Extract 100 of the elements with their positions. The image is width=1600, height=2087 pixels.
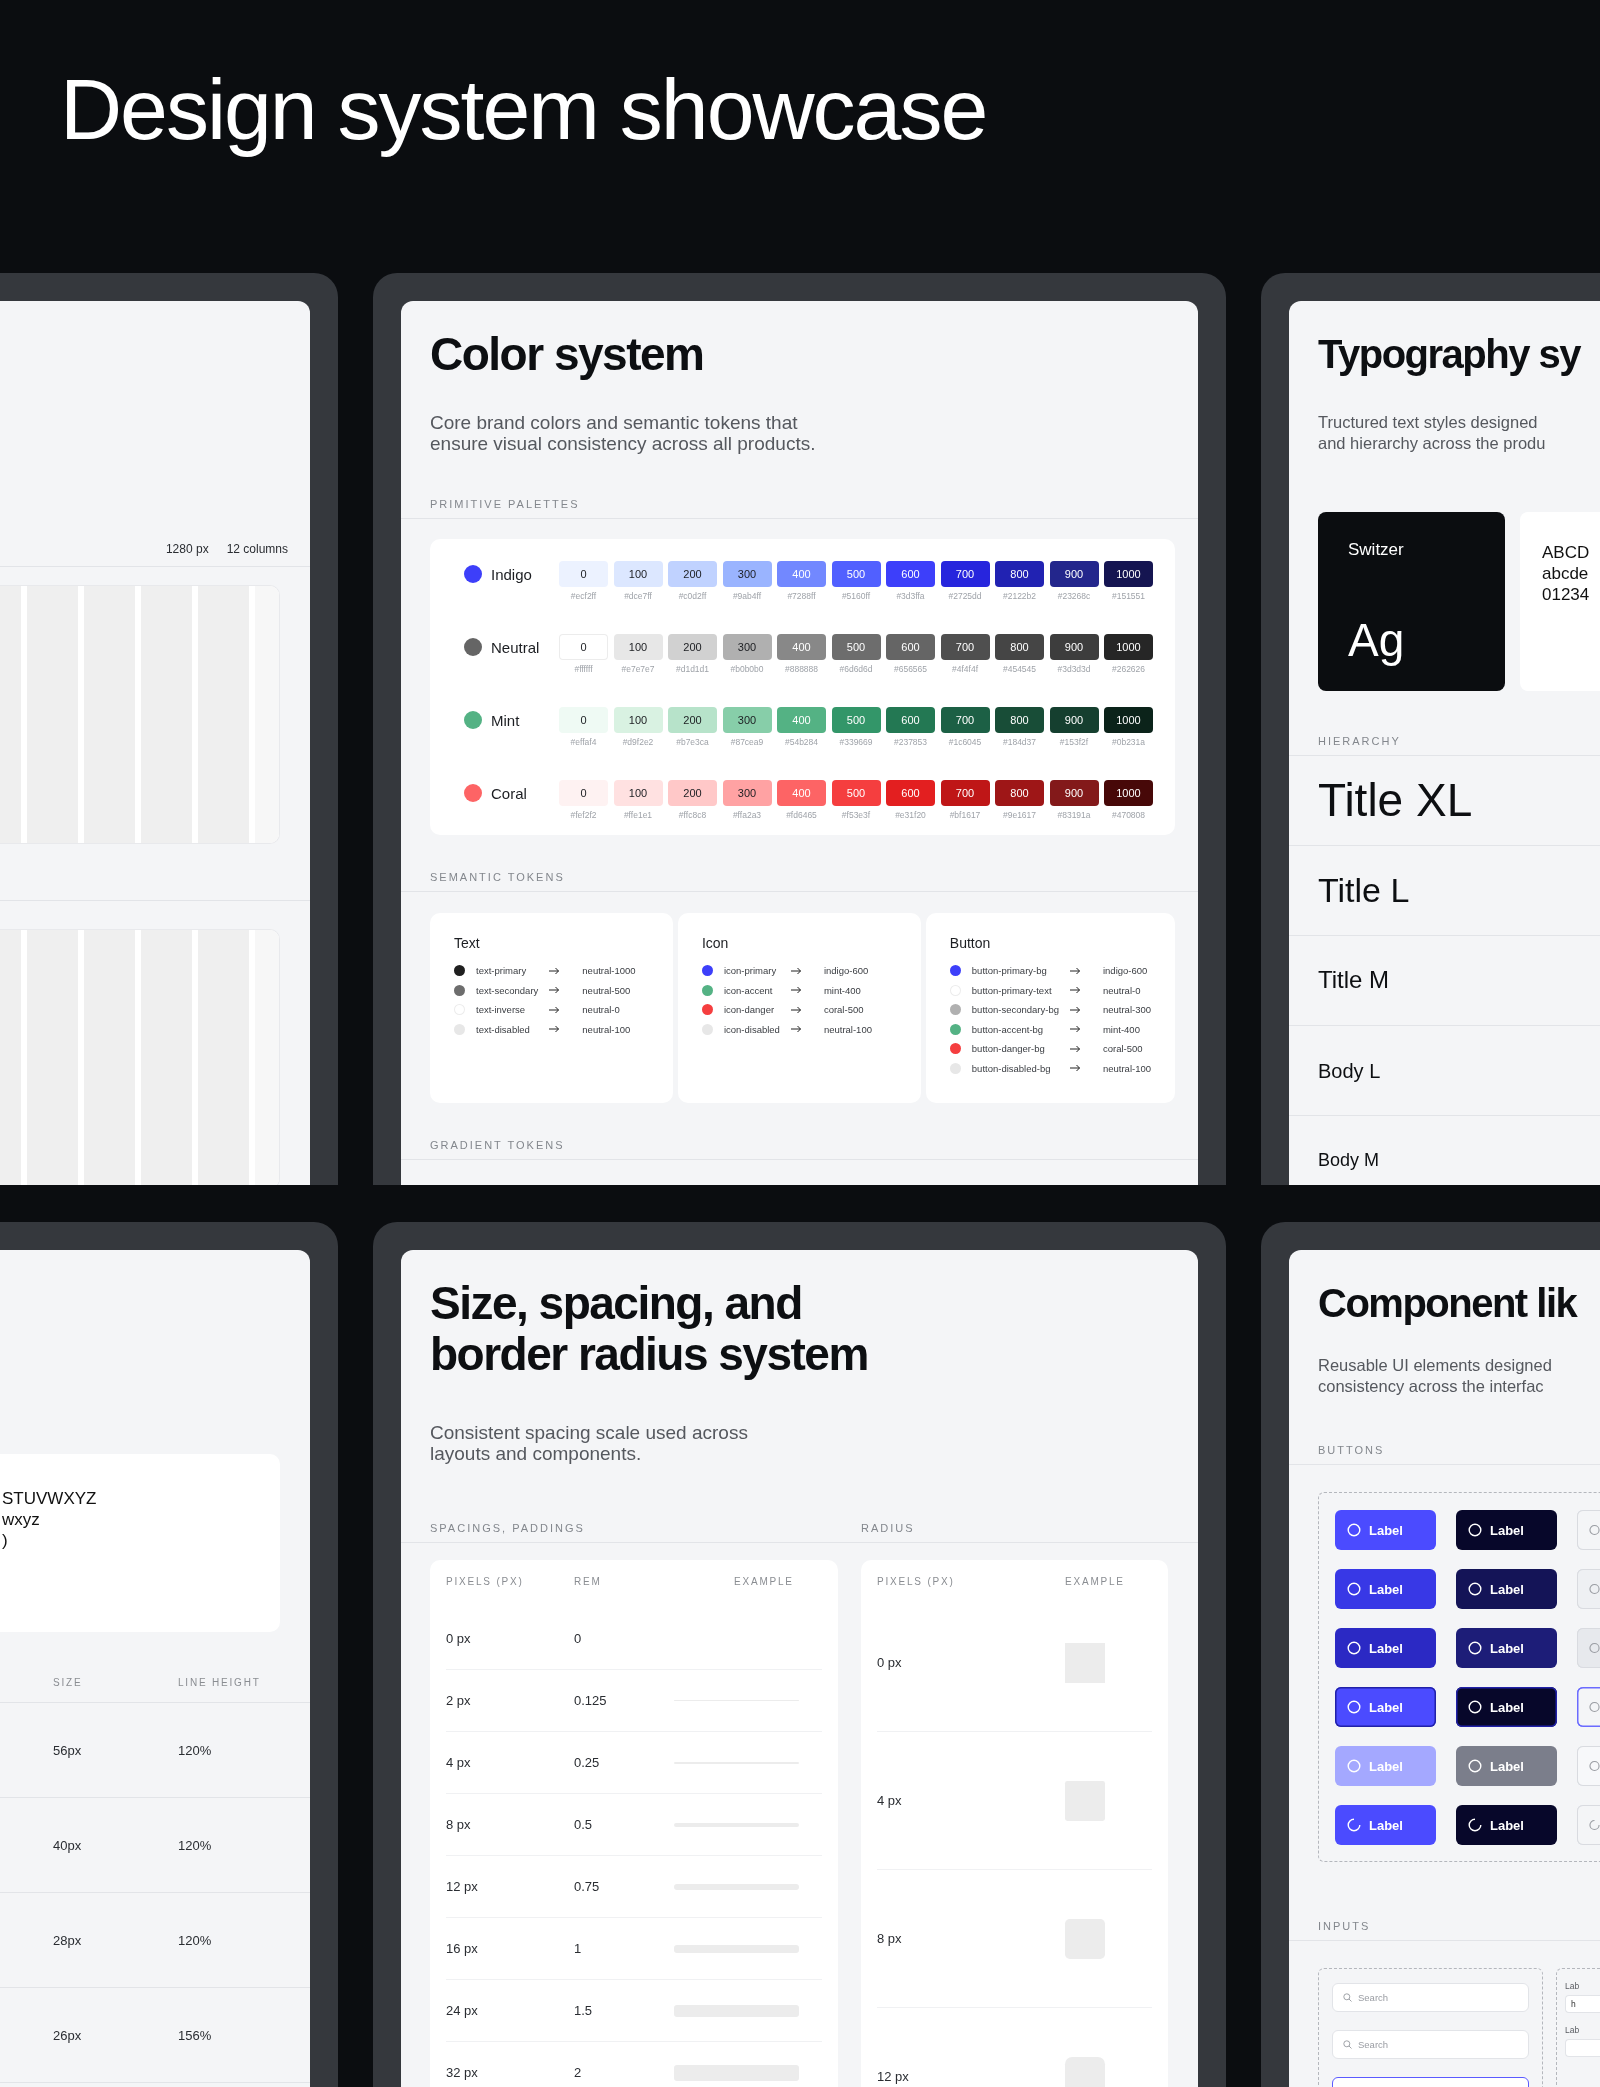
label-button[interactable]: Label xyxy=(1456,1687,1557,1727)
circle-icon xyxy=(1347,1641,1361,1655)
color-swatch: 200 xyxy=(668,634,717,660)
spinner-icon xyxy=(1347,1818,1361,1832)
token-name: text-inverse xyxy=(476,1004,527,1016)
card-description: Reusable UI elements designed consistency across the interfac xyxy=(1318,1355,1552,1397)
label-button[interactable]: Label xyxy=(1335,1628,1436,1668)
label-button[interactable]: Label xyxy=(1456,1628,1557,1668)
palette-name: Neutral xyxy=(491,638,540,656)
color-swatch: 600 xyxy=(886,707,935,733)
type-style-sample: Body L xyxy=(1318,1059,1381,1082)
token-name: icon-accent xyxy=(723,984,774,996)
type-style-sample: Title XL xyxy=(1318,775,1473,826)
color-swatch: 600 xyxy=(886,780,935,806)
label-button[interactable]: Label xyxy=(1335,1510,1436,1550)
hex-code: #ffa2a3 xyxy=(732,810,762,821)
hex-code: #54b284 xyxy=(784,737,819,748)
label-button[interactable] xyxy=(1577,1805,1600,1845)
hex-code: #fd6465 xyxy=(786,810,817,821)
token-name: button-disabled-bg xyxy=(971,1062,1052,1074)
color-swatch: 500 xyxy=(831,561,881,587)
label-button[interactable] xyxy=(1577,1569,1600,1609)
token-target: neutral-0 xyxy=(582,1004,621,1016)
color-swatch: 300 xyxy=(722,634,772,660)
input-field[interactable] xyxy=(1565,2039,1600,2057)
table-cell-text: 4 px xyxy=(877,1793,903,1808)
input-field[interactable]: h xyxy=(1565,1995,1600,2013)
color-swatch: 300 xyxy=(722,780,772,806)
hex-code: #4f4f4f xyxy=(952,664,978,675)
column-header: EXAMPLE xyxy=(1065,1575,1126,1587)
color-swatch: 1000 xyxy=(1104,634,1153,660)
color-swatch: 100 xyxy=(613,780,663,806)
hex-code: #fef2f2 xyxy=(570,810,597,821)
charset-line: ) xyxy=(2,1530,9,1551)
field-label: Lab xyxy=(1565,1981,1581,1991)
hex-code: #237853 xyxy=(893,737,928,748)
arrow-icon xyxy=(549,986,561,995)
token-target: neutral-0 xyxy=(1102,984,1142,996)
hex-code: #ffffff xyxy=(574,664,593,675)
hex-code: #1c6045 xyxy=(948,737,982,748)
color-swatch: 1000 xyxy=(1104,561,1153,587)
color-swatch: 500 xyxy=(831,634,881,660)
hex-code: #ffe1e1 xyxy=(623,810,653,821)
arrow-icon xyxy=(1069,1005,1081,1014)
arrow-icon xyxy=(1069,986,1081,995)
section-label: HIERARCHY xyxy=(1318,735,1401,747)
token-group-title: Icon xyxy=(701,935,730,951)
circle-icon xyxy=(1347,1759,1361,1773)
section-label: RADIUS xyxy=(861,1522,915,1534)
hex-code: #454545 xyxy=(1002,664,1037,675)
label-button[interactable] xyxy=(1577,1746,1600,1786)
label-button[interactable] xyxy=(1577,1687,1600,1727)
hex-code: #151551 xyxy=(1111,591,1146,602)
hex-code: #87cea9 xyxy=(730,737,764,748)
arrow-icon xyxy=(549,966,561,975)
table-cell-text: 28px xyxy=(53,1932,83,1948)
circle-icon xyxy=(1468,1700,1482,1714)
table-cell-text: 2 px xyxy=(446,1693,472,1708)
circle-icon xyxy=(1589,1700,1600,1714)
token-name: button-primary-text xyxy=(971,984,1053,996)
hex-code: #2725dd xyxy=(948,591,982,602)
color-swatch: 300 xyxy=(722,561,772,587)
table-cell-text: 0 px xyxy=(446,1631,472,1646)
token-target: coral-500 xyxy=(823,1004,865,1016)
label-button[interactable] xyxy=(1577,1510,1600,1550)
column-header: EXAMPLE xyxy=(733,1575,795,1587)
table-cell-text: 0.125 xyxy=(574,1693,608,1708)
section-label: PRIMITIVE PALETTES xyxy=(430,498,580,510)
color-swatch: 800 xyxy=(995,634,1044,660)
label-button[interactable]: Label xyxy=(1335,1569,1436,1609)
table-cell-text: 120% xyxy=(178,1837,213,1853)
table-cell-text: 0 xyxy=(574,1631,583,1646)
color-swatch: 400 xyxy=(777,561,826,587)
label-button[interactable] xyxy=(1577,1628,1600,1668)
label-button[interactable]: Label xyxy=(1335,1805,1436,1845)
palette-name: Indigo xyxy=(491,565,532,583)
circle-icon xyxy=(1347,1523,1361,1537)
token-name: button-secondary-bg xyxy=(971,1004,1059,1016)
font-name: Switzer xyxy=(1348,540,1405,560)
arrow-icon xyxy=(790,966,802,975)
charset-line: abcde xyxy=(1542,563,1590,584)
label-button[interactable]: Label xyxy=(1456,1569,1557,1609)
hex-code: #5160ff xyxy=(841,591,871,602)
card-title: Component lik xyxy=(1317,1280,1577,1327)
hex-code: #339669 xyxy=(839,737,873,748)
hex-code: #153f2f xyxy=(1059,737,1089,748)
token-name: icon-danger xyxy=(723,1004,776,1016)
search-icon xyxy=(1343,1993,1352,2002)
table-cell-text: 16 px xyxy=(446,1941,479,1956)
hex-code: #2122b2 xyxy=(1002,591,1037,602)
label-button[interactable]: Label xyxy=(1456,1746,1557,1786)
type-style-sample: Body M xyxy=(1318,1150,1380,1171)
section-label: INPUTS xyxy=(1318,1920,1371,1932)
circle-icon xyxy=(1468,1759,1482,1773)
label-button[interactable]: Label xyxy=(1335,1687,1436,1727)
hex-code: #dce7ff xyxy=(624,591,652,602)
label-button[interactable]: Label xyxy=(1456,1805,1557,1845)
section-label: SPACINGS, PADDINGS xyxy=(430,1522,586,1534)
label-button[interactable]: Label xyxy=(1456,1510,1557,1550)
token-target: neutral-300 xyxy=(1102,1004,1151,1016)
